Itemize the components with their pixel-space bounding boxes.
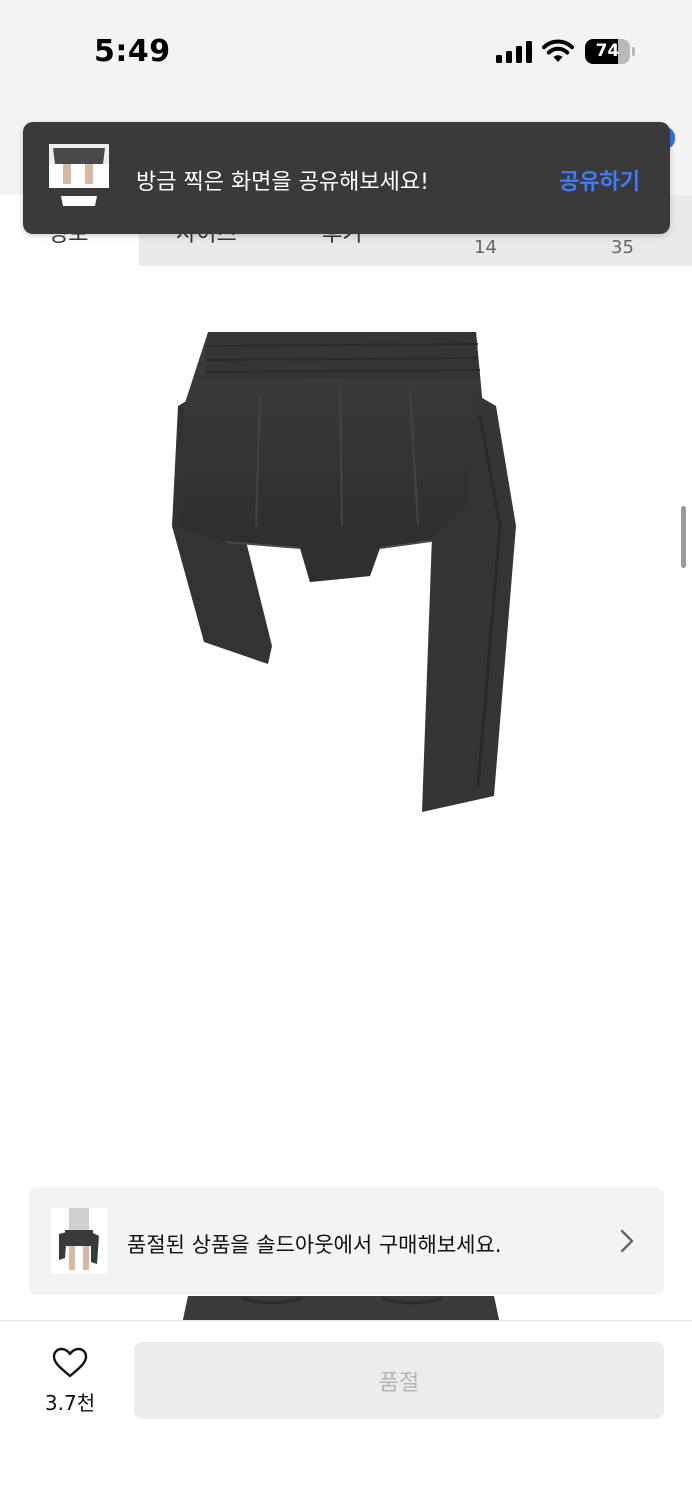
battery-icon: 74 xyxy=(585,39,635,65)
banner-thumbnail xyxy=(51,1208,107,1274)
bottom-action-bar: 3.7천 품절 xyxy=(0,1320,692,1500)
heart-icon xyxy=(52,1347,88,1378)
like-button[interactable]: 3.7천 xyxy=(28,1343,112,1415)
like-count: 3.7천 xyxy=(44,1391,96,1415)
status-time: 5:49 xyxy=(94,34,171,69)
product-image[interactable] xyxy=(160,326,530,816)
scrollbar[interactable] xyxy=(681,506,686,568)
signal-icon xyxy=(496,41,532,63)
soldout-marketplace-banner[interactable]: 품절된 상품을 솔드아웃에서 구매해보세요. xyxy=(29,1187,664,1295)
chevron-right-icon xyxy=(620,1229,634,1253)
wifi-icon xyxy=(542,39,574,62)
battery-percent: 74 xyxy=(595,41,620,61)
tab-inquiry-count: 35 xyxy=(611,237,634,258)
share-toast: 방금 찍은 화면을 공유해보세요! 공유하기 xyxy=(23,122,670,234)
toast-message: 방금 찍은 화면을 공유해보세요! xyxy=(136,170,429,195)
banner-message: 품절된 상품을 솔드아웃에서 구매해보세요. xyxy=(127,1233,502,1257)
soldout-button: 품절 xyxy=(134,1342,664,1419)
share-button[interactable]: 공유하기 xyxy=(559,164,640,196)
toast-thumbnail xyxy=(49,144,109,212)
tab-reviews-count: 14 xyxy=(474,237,497,258)
